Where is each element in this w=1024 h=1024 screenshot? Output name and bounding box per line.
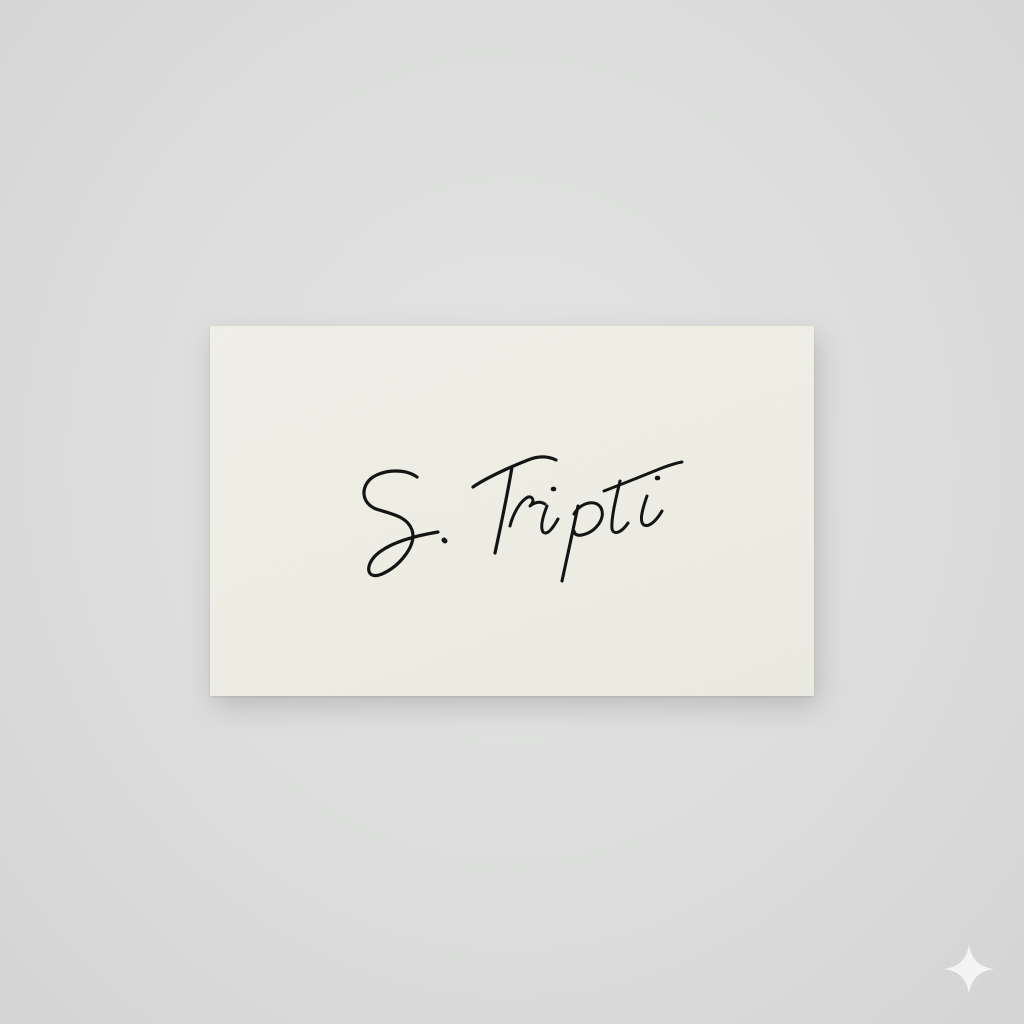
scene [0,0,1024,1024]
signature-stroke-t2 [610,479,630,535]
signature-stroke-t2-bar [602,460,684,493]
sparkle-icon [944,944,994,994]
signature-card [210,326,814,696]
handwritten-signature [362,455,684,583]
signature-stroke-i2 [639,494,664,528]
signature-stroke-s [362,469,440,578]
signature-stroke-t-stem [493,465,514,555]
signature-stroke-period [441,537,448,544]
signature-stroke-p [560,501,604,583]
signature-stroke-r [508,495,547,528]
signature-stroke-t-bar [471,455,558,489]
signature-stroke-i [540,504,560,535]
